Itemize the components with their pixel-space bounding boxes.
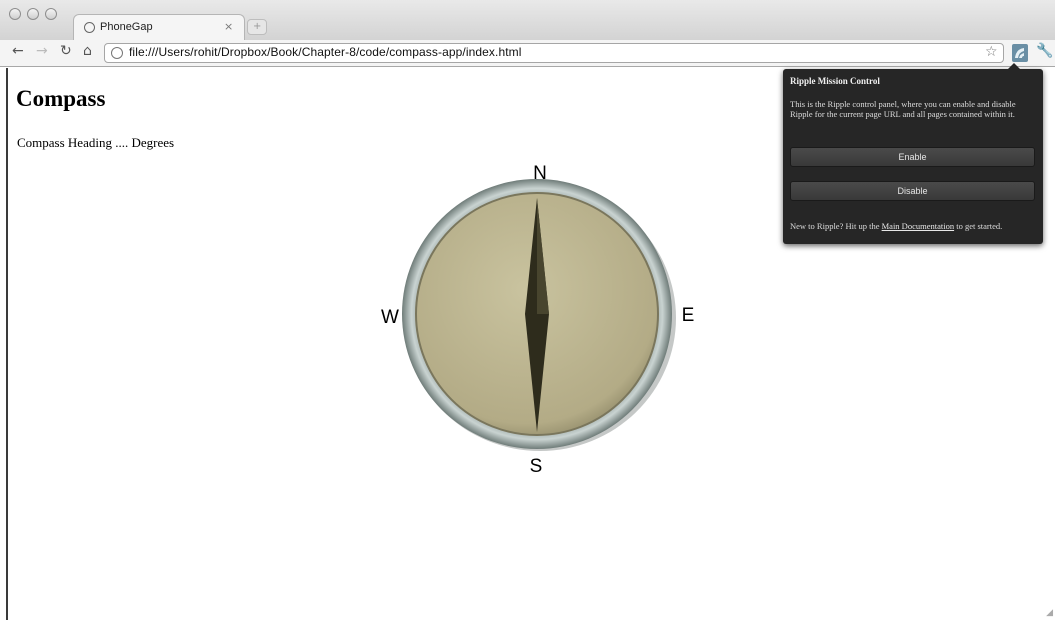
address-bar[interactable]: file:///Users/rohit/Dropbox/Book/Chapter… (104, 43, 1004, 63)
bookmark-star-icon[interactable]: ☆ (985, 44, 998, 60)
back-icon[interactable]: ← (12, 43, 24, 59)
ripple-mission-control-popup: Ripple Mission Control This is the Rippl… (783, 63, 1043, 244)
tab-phonegap[interactable]: PhoneGap × (73, 14, 245, 40)
enable-button[interactable]: Enable (790, 147, 1035, 167)
wrench-icon[interactable]: 🔧 (1036, 43, 1053, 59)
popup-footer: New to Ripple? Hit up the Main Documenta… (790, 221, 1002, 231)
tab-close-icon[interactable]: × (224, 20, 233, 33)
north-label: N (533, 163, 547, 184)
url-text: file:///Users/rohit/Dropbox/Book/Chapter… (129, 45, 522, 59)
browser-window: PhoneGap × + ← → ↻ ⌂ file:///Users/rohit… (0, 0, 1055, 620)
east-label: E (682, 305, 695, 326)
close-window-button[interactable] (9, 8, 21, 20)
toolbar: ← → ↻ ⌂ file:///Users/rohit/Dropbox/Book… (0, 40, 1055, 67)
minimize-window-button[interactable] (27, 8, 39, 20)
popup-title: Ripple Mission Control (790, 76, 880, 86)
south-label: S (530, 456, 543, 477)
zoom-window-button[interactable] (45, 8, 57, 20)
page-left-border (6, 68, 8, 620)
popup-arrow (1008, 63, 1020, 69)
page-icon (111, 47, 123, 59)
resize-grip-icon[interactable]: ◢ (1046, 608, 1053, 618)
main-documentation-link[interactable]: Main Documentation (882, 221, 954, 231)
plus-icon: + (253, 21, 262, 32)
tab-bar: PhoneGap × + (0, 0, 1055, 40)
globe-icon (84, 22, 95, 33)
home-icon[interactable]: ⌂ (83, 43, 92, 59)
popup-description: This is the Ripple control panel, where … (790, 99, 1016, 119)
west-label: W (381, 307, 399, 328)
disable-button[interactable]: Disable (790, 181, 1035, 201)
compass-widget: N S E W (381, 163, 695, 477)
compass-heading-text: Compass Heading .... Degrees (17, 135, 175, 150)
tab-title: PhoneGap (100, 21, 153, 33)
footer-suffix: to get started. (954, 221, 1003, 231)
new-tab-button[interactable]: + (247, 19, 267, 35)
reload-icon[interactable]: ↻ (60, 43, 72, 59)
forward-icon[interactable]: → (36, 43, 48, 59)
footer-prefix: New to Ripple? Hit up the (790, 221, 882, 231)
page-title: Compass (16, 86, 106, 111)
ripple-extension-icon[interactable] (1012, 44, 1028, 62)
